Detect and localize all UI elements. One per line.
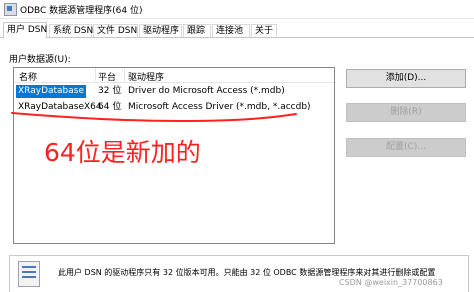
dsn-info-icon [18, 261, 40, 287]
annotation-text: 64位是新加的 [44, 138, 201, 167]
info-text: 此用户 DSN 的驱动程序只有 32 位版本可用。只能由 32 位 ODBC 数… [58, 268, 436, 277]
watermark: CSDN @weixin_37700863 [339, 278, 443, 287]
tab-user-dsn[interactable]: 用户 DSN [3, 22, 47, 38]
